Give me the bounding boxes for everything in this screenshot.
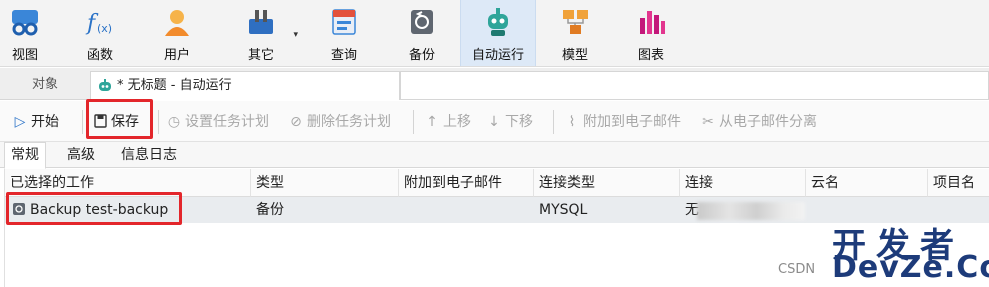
ribbon-automation-label: 自动运行	[471, 48, 524, 63]
arrow-up-icon: ↑	[426, 114, 438, 130]
attach-email-label: 附加到电子邮件	[583, 114, 681, 130]
move-up-button[interactable]: ↑ 上移	[424, 111, 471, 133]
query-icon	[332, 9, 356, 35]
detach-email-button[interactable]: ✂ 从电子邮件分离	[700, 111, 817, 133]
start-label: 开始	[31, 114, 59, 130]
tab-strip-empty	[400, 71, 989, 99]
settings-subtabs: 常规 高级 信息日志	[0, 142, 989, 169]
job-highlight-box	[6, 192, 182, 225]
toolbar-separator	[82, 110, 83, 134]
ribbon-model-button[interactable]: 模型	[549, 0, 601, 66]
column-header-cloud-name[interactable]: 云名	[806, 169, 928, 197]
toolbar-separator	[158, 110, 159, 134]
model-icon	[563, 10, 588, 34]
ribbon-backup-button[interactable]: 备份	[394, 0, 450, 66]
ribbon-user-button[interactable]: 用户	[148, 0, 206, 66]
backup-icon	[411, 10, 433, 34]
tools-icon	[249, 10, 273, 34]
tab-untitled-automation[interactable]: * 无标题 - 自动运行	[90, 71, 400, 100]
toolbar-separator	[553, 110, 554, 134]
document-tab-strip: 对象 * 无标题 - 自动运行	[0, 68, 989, 100]
automation-toolbar: ▷ 开始 保存 ◷ 设置任务计划 ⊘ 删除任务计划 ↑ 上移 ↓ 下移 ⌇ 附加到电子邮件 …	[0, 99, 989, 142]
start-button[interactable]: ▷ 开始	[12, 111, 59, 133]
ribbon-view-button[interactable]: 视图	[0, 0, 50, 66]
svg-text:(x): (x)	[97, 22, 112, 35]
detach-icon: ✂	[702, 114, 714, 130]
ribbon-query-button[interactable]: 查询	[316, 0, 372, 66]
delete-schedule-button[interactable]: ⊘ 删除任务计划	[288, 111, 391, 133]
ribbon-view-label: 视图	[11, 48, 38, 63]
cloud-name-cell	[806, 197, 811, 223]
ribbon-chart-label: 图表	[637, 48, 664, 63]
play-icon: ▷	[14, 114, 26, 130]
function-icon: f (x)	[85, 11, 112, 36]
ribbon-function-label: 函数	[86, 48, 113, 63]
tab-advanced[interactable]: 高级	[60, 142, 102, 168]
main-ribbon: 视图 f (x) 函数 用户 其它 ▾ 查询 备份 自动运行 模型 图表	[0, 0, 989, 67]
ribbon-user-label: 用户	[163, 48, 190, 63]
ribbon-model-label: 模型	[561, 48, 588, 63]
column-header-project-name[interactable]: 项目名	[928, 169, 989, 197]
tab-general[interactable]: 常规	[4, 142, 46, 169]
delete-schedule-label: 删除任务计划	[307, 114, 391, 130]
ribbon-other-button[interactable]: 其它 ▾	[228, 0, 298, 66]
detach-email-label: 从电子邮件分离	[719, 114, 817, 130]
arrow-down-icon: ↓	[488, 114, 500, 130]
redacted-connection	[697, 202, 805, 220]
chevron-down-icon[interactable]: ▾	[293, 30, 298, 40]
user-icon	[165, 10, 189, 36]
ribbon-other-label: 其它	[247, 48, 274, 63]
tab-message-log[interactable]: 信息日志	[114, 142, 184, 168]
toolbar-separator	[413, 110, 414, 134]
save-highlight-box	[86, 99, 153, 139]
delete-clock-icon: ⊘	[290, 114, 302, 130]
ribbon-backup-label: 备份	[408, 48, 435, 63]
ribbon-automation-button[interactable]: 自动运行	[460, 0, 536, 66]
move-down-button[interactable]: ↓ 下移	[486, 111, 533, 133]
watermark-source: CSDN	[778, 262, 816, 277]
tab-objects[interactable]: 对象	[2, 71, 88, 99]
connection-type-cell: MYSQL	[539, 202, 588, 218]
ribbon-function-button[interactable]: f (x) 函数	[71, 0, 129, 66]
attach-email-button[interactable]: ⌇ 附加到电子邮件	[564, 111, 681, 133]
view-icon	[12, 10, 38, 36]
column-header-connection[interactable]: 连接	[680, 169, 806, 197]
watermark-domain: DevZe.CoM	[832, 250, 989, 285]
paperclip-icon: ⌇	[568, 114, 576, 130]
robot-icon	[488, 8, 508, 36]
type-cell: 备份	[256, 202, 284, 218]
column-header-connection-type[interactable]: 连接类型	[534, 169, 680, 197]
attach-email-cell	[399, 197, 404, 223]
tab-document-title: * 无标题 - 自动运行	[117, 78, 232, 93]
move-down-label: 下移	[505, 114, 533, 130]
column-header-type[interactable]: 类型	[251, 169, 399, 197]
set-schedule-button[interactable]: ◷ 设置任务计划	[166, 111, 269, 133]
ribbon-chart-button[interactable]: 图表	[622, 0, 680, 66]
clock-icon: ◷	[167, 114, 181, 130]
column-header-attach-email[interactable]: 附加到电子邮件	[399, 169, 534, 197]
move-up-label: 上移	[443, 114, 471, 130]
set-schedule-label: 设置任务计划	[185, 114, 269, 130]
robot-icon	[99, 79, 111, 91]
chart-icon	[640, 11, 665, 34]
ribbon-query-label: 查询	[330, 48, 357, 63]
